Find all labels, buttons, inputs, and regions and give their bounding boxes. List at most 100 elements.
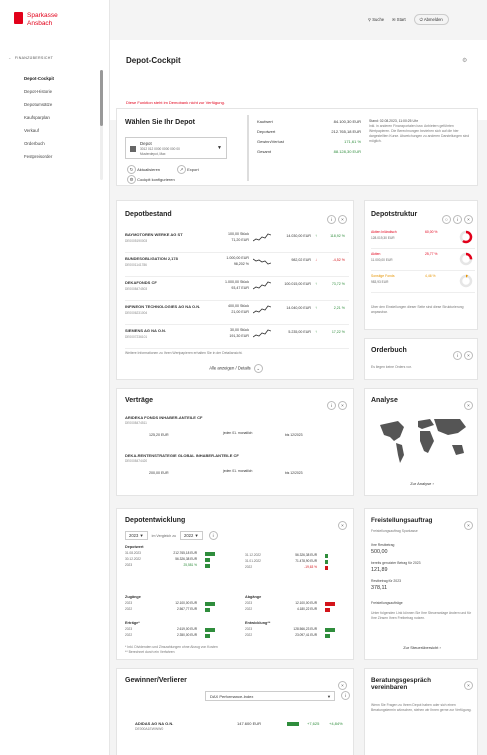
- sidebar-item-depot-historie[interactable]: Depot-Historie: [24, 85, 99, 98]
- close-icon[interactable]: ×: [338, 215, 347, 225]
- freistellung-title: Freistellungsauftrag: [371, 517, 433, 524]
- mail-button[interactable]: ✉ Start: [392, 17, 406, 22]
- struktur-item[interactable]: Aktien 25,77 % 11.000,00 EUR: [371, 249, 475, 271]
- show-all-link[interactable]: Alle anzeigen / Details ⌄: [117, 364, 355, 373]
- sidebar-item-depotumsaetze[interactable]: Depotumsätze: [24, 98, 99, 111]
- world-map-image[interactable]: [372, 411, 472, 467]
- export-icon: ↗: [177, 165, 186, 174]
- position-row[interactable]: BUNDESOBLIGATION 2,178 DE0001141786 1.000,…: [125, 253, 349, 277]
- vertrag-isin: DE0008474420: [125, 459, 148, 463]
- sidebar-item-depot-cockpit[interactable]: Depot-Cockpit: [24, 72, 99, 85]
- entwicklung-row-label: 31.01.2022: [245, 559, 261, 563]
- position-qty: 30,00 Stück: [230, 328, 249, 332]
- entwicklung-row-label: 2023: [125, 563, 133, 567]
- vertraege-card: Verträge i × ARIDEKA FONDS INHABER-ANTEIL…: [116, 388, 354, 496]
- index-select[interactable]: DAX Performance-Index ▼: [205, 691, 335, 701]
- info-icon[interactable]: i: [327, 215, 336, 225]
- year-select[interactable]: 2023 ▼: [125, 531, 148, 540]
- position-row[interactable]: DEKAFONDS CF DE0008474503 1.000,00 Stück 93…: [125, 277, 349, 301]
- search-button[interactable]: ⚲ Suche: [368, 17, 384, 22]
- scrollbar-thumb[interactable]: [100, 70, 103, 126]
- sidebar-item-verkauf[interactable]: Verkauf: [24, 124, 99, 137]
- position-row[interactable]: BAYMOTOREN WERKE AG ST DE0005190003 100,00…: [125, 229, 349, 253]
- info-icon[interactable]: i: [327, 401, 336, 411]
- position-qty: 400,00 Stück: [228, 304, 249, 308]
- steuer-link[interactable]: Zur Steuerübersicht ›: [365, 645, 479, 650]
- analyse-card: Analyse × Zur Analyse ›: [364, 388, 478, 496]
- sidebar-item-orderbuch[interactable]: Orderbuch: [24, 137, 99, 150]
- entwicklung-bar: [205, 552, 215, 556]
- entwicklung-row-value: 23.097,41 EUR: [295, 633, 317, 637]
- position-qty: 1.000,00 Stück: [225, 280, 249, 284]
- close-icon[interactable]: ×: [464, 351, 473, 361]
- position-row[interactable]: INFINEON TECHNOLOGIES AG NA O.N. DE000623…: [125, 301, 349, 325]
- close-icon[interactable]: ×: [464, 521, 473, 531]
- vertrag-item[interactable]: ARIDEKA FONDS INHABER-ANTEILE CF DE000847…: [125, 415, 349, 453]
- logout-button[interactable]: ⏻ Abmelden: [413, 14, 449, 25]
- export-option[interactable]: ↗ Export: [175, 165, 199, 174]
- gewinner-item-change: +7,625: [307, 721, 320, 726]
- entwicklung-row: 2022 2.567,77 EUR: [125, 607, 229, 613]
- vertrag-item[interactable]: DEKA-RENTENSTRATEGIE GLOBAL INHABER-ANTE…: [125, 453, 349, 491]
- close-icon[interactable]: ×: [338, 401, 347, 411]
- beratung-card: Beratungsgespräch vereinbaren × Wenn Sie…: [364, 668, 478, 755]
- entwicklung-row-value: 12.100,00 EUR: [295, 601, 317, 605]
- pie-settings-icon[interactable]: ○: [442, 215, 451, 225]
- position-change: 17,22 %: [331, 330, 345, 334]
- position-row[interactable]: SIEMENS AG NA O.N. DE0007236101 30,00 Stüc…: [125, 325, 349, 349]
- sidebar-scrollbar[interactable]: [100, 70, 103, 180]
- donut-chart: [459, 274, 473, 288]
- position-price: 98,202 %: [233, 262, 249, 266]
- entwicklung-row-label: 2022: [245, 607, 253, 611]
- position-price: 71,20 EUR: [231, 238, 249, 242]
- depot-icon: [130, 146, 136, 152]
- struktur-item[interactable]: Aktien Inländisch 60,00 % 128.019,30 EUR: [371, 227, 475, 249]
- close-icon[interactable]: ×: [464, 401, 473, 411]
- entwicklung-section-title: Abgänge: [245, 595, 262, 599]
- entwicklung-bar: [205, 608, 210, 612]
- compare-year-value: 2022: [184, 533, 194, 538]
- position-value: 5.235,00 EUR: [288, 330, 311, 334]
- sparkasse-logo[interactable]: Sparkasse Ansbach: [14, 12, 58, 28]
- info-icon[interactable]: i: [453, 351, 462, 361]
- vertrag-amount: 200,00 EUR: [149, 471, 169, 475]
- refresh-option[interactable]: ↻ Aktualisieren: [125, 165, 160, 174]
- struktur-list: Aktien Inländisch 60,00 % 128.019,30 EUR Ak…: [371, 227, 475, 293]
- back-label: FINANZÜBERSICHT: [14, 56, 54, 60]
- depotbestand-title: Depotbestand: [125, 211, 172, 218]
- sidebar-item-festpreisorder[interactable]: Festpreisorder: [24, 150, 99, 163]
- entwicklung-row-label: 2023: [125, 627, 133, 631]
- struktur-item[interactable]: Sonstige Fonds 4,46 % 983,93 EUR: [371, 271, 475, 293]
- summary-value: 171,61 %: [344, 139, 361, 144]
- summary-label: Gewinn/Verlust: [257, 139, 284, 144]
- close-icon[interactable]: ×: [464, 681, 473, 691]
- struktur-label: Aktien: [371, 252, 381, 256]
- sparkline-chart: [253, 329, 271, 338]
- close-icon[interactable]: ×: [464, 215, 473, 225]
- freistellung-note-text: Unter folgenden Link können Sie Ihre Ste…: [371, 611, 472, 620]
- compare-year-select[interactable]: 2022 ▼: [180, 531, 203, 540]
- donut-chart: [459, 252, 473, 266]
- entwicklung-section: 31.12.2022 56.326,38 EUR 31.01.2022 71.478,…: [245, 553, 349, 571]
- analyse-link[interactable]: Zur Analyse ›: [365, 481, 479, 486]
- position-change: 2,21 %: [333, 306, 345, 310]
- compare-label: im Vergleich zu: [151, 533, 177, 538]
- settings-gear-icon[interactable]: ⚙: [462, 57, 467, 64]
- depot-dropdown[interactable]: Depot 3012 012 0000 0000 000 00 Musterde…: [125, 137, 227, 159]
- position-price: 93,47 EUR: [231, 286, 249, 290]
- entwicklung-row-value: 2.567,77 EUR: [176, 607, 197, 611]
- sidebar-item-kaufsparplan[interactable]: Kaufsparplan: [24, 111, 99, 124]
- info-icon[interactable]: i: [453, 215, 462, 225]
- entwicklung-row-value: 71.478,90 EUR: [295, 559, 317, 563]
- configure-label: Cockpit konfigurieren: [137, 177, 175, 182]
- gewinner-card: Gewinner/Verlierer × DAX Performance-Ind…: [116, 668, 354, 755]
- close-icon[interactable]: ×: [338, 521, 347, 531]
- info-icon[interactable]: i: [341, 691, 350, 700]
- close-icon[interactable]: ×: [338, 681, 347, 691]
- configure-option[interactable]: ⚙ Cockpit konfigurieren: [125, 175, 175, 184]
- back-navigation[interactable]: ← FINANZÜBERSICHT: [8, 56, 53, 60]
- entwicklung-bar: [325, 608, 330, 612]
- logout-label: Abmelden: [423, 17, 443, 22]
- entwicklung-row-value: -19,63 %: [304, 565, 317, 569]
- info-icon[interactable]: i: [208, 531, 218, 540]
